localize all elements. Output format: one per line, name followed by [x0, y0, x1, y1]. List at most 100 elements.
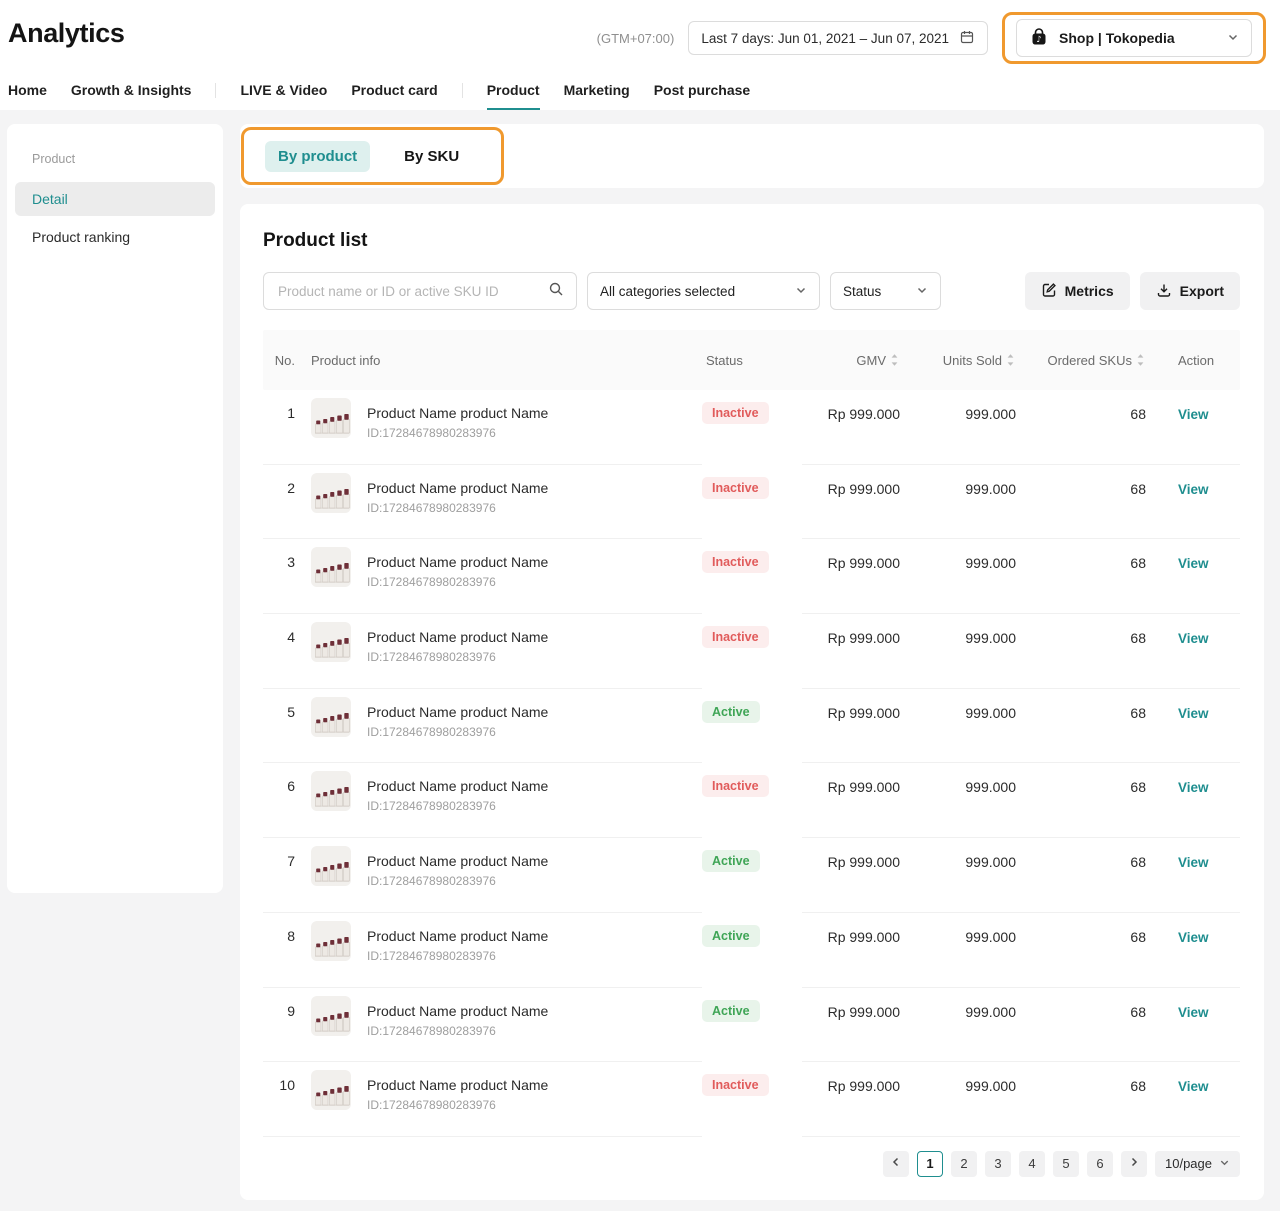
sort-icon[interactable] [1135, 353, 1146, 367]
table-row: 10 [263, 1062, 1240, 1137]
nav-item-post-purchase[interactable]: Post purchase [654, 82, 750, 110]
sort-icon[interactable] [889, 353, 900, 367]
table-row: 8 [263, 913, 1240, 988]
product-thumbnail [311, 996, 351, 1036]
sidebar-item-detail[interactable]: Detail [15, 182, 215, 216]
column-header-ordered-skus-label: Ordered SKUs [1047, 353, 1132, 368]
action-cell: View [1158, 1062, 1240, 1137]
view-link[interactable]: View [1178, 930, 1209, 945]
product-info-cell: Product Name product Name ID:17284678980… [303, 763, 702, 838]
action-cell: View [1158, 913, 1240, 988]
status-badge: Inactive [702, 775, 769, 797]
svg-text:♪: ♪ [1036, 35, 1041, 45]
table-row: 7 [263, 838, 1240, 913]
product-id: ID:17284678980283976 [367, 949, 548, 963]
table-row: 2 [263, 465, 1240, 540]
metrics-button[interactable]: Metrics [1025, 272, 1130, 310]
sidebar-item-product-ranking[interactable]: Product ranking [15, 220, 215, 254]
view-link[interactable]: View [1178, 1005, 1209, 1020]
export-button[interactable]: Export [1140, 272, 1240, 310]
product-info-cell: Product Name product Name ID:17284678980… [303, 913, 702, 988]
view-link[interactable]: View [1178, 407, 1209, 422]
search-box [263, 272, 577, 310]
gmv-cell: Rp 999.000 [802, 1062, 912, 1137]
pagination-next-button[interactable] [1121, 1151, 1147, 1177]
category-filter-select[interactable]: All categories selected [587, 272, 820, 310]
chevron-down-icon [1227, 30, 1239, 46]
product-id: ID:17284678980283976 [367, 1098, 548, 1112]
shop-selector[interactable]: ♪ Shop | Tokopedia [1016, 19, 1252, 57]
search-icon[interactable] [548, 281, 564, 302]
row-number: 5 [263, 689, 303, 764]
table-body: 1 [263, 390, 1240, 1137]
page-button-3[interactable]: 3 [985, 1151, 1011, 1177]
product-name: Product Name product Name [367, 928, 548, 944]
product-info-cell: Product Name product Name ID:17284678980… [303, 614, 702, 689]
product-info-cell: Product Name product Name ID:17284678980… [303, 465, 702, 540]
view-link[interactable]: View [1178, 556, 1209, 571]
chevron-down-icon [795, 284, 807, 299]
view-link[interactable]: View [1178, 706, 1209, 721]
page-button-2[interactable]: 2 [951, 1151, 977, 1177]
product-meta: Product Name product Name ID:17284678980… [367, 398, 548, 464]
product-id: ID:17284678980283976 [367, 575, 548, 589]
tab-by-product[interactable]: By product [265, 141, 370, 172]
nav-item-product[interactable]: Product [487, 82, 540, 110]
view-link[interactable]: View [1178, 855, 1209, 870]
tabs-highlight: By product By SKU [241, 127, 504, 185]
pagination-prev-button[interactable] [883, 1151, 909, 1177]
action-cell: View [1158, 539, 1240, 614]
page-button-5[interactable]: 5 [1053, 1151, 1079, 1177]
product-info-cell: Product Name product Name ID:17284678980… [303, 539, 702, 614]
search-input[interactable] [276, 283, 540, 300]
sidebar: Product Detail Product ranking [7, 124, 223, 893]
category-filter-value: All categories selected [600, 284, 735, 299]
status-cell: Inactive [702, 539, 802, 614]
status-cell: Active [702, 913, 802, 988]
nav-item-product-card[interactable]: Product card [351, 82, 437, 110]
tab-by-sku[interactable]: By SKU [404, 148, 459, 165]
nav-item-growth-insights[interactable]: Growth & Insights [71, 82, 192, 110]
view-link[interactable]: View [1178, 631, 1209, 646]
product-name: Product Name product Name [367, 480, 548, 496]
status-filter-value: Status [843, 284, 881, 299]
page-button-1[interactable]: 1 [917, 1151, 943, 1177]
status-cell: Active [702, 689, 802, 764]
column-header-units-sold: Units Sold [912, 330, 1028, 390]
date-range-picker[interactable]: Last 7 days: Jun 01, 2021 – Jun 07, 2021 [688, 21, 988, 55]
view-link[interactable]: View [1178, 780, 1209, 795]
column-header-ordered-skus: Ordered SKUs [1028, 330, 1158, 390]
product-name: Product Name product Name [367, 629, 548, 645]
status-badge: Active [702, 701, 760, 723]
filter-bar: All categories selected Status Metrics [263, 272, 1240, 310]
ordered-skus-cell: 68 [1028, 465, 1158, 540]
units-sold-cell: 999.000 [912, 390, 1028, 465]
gmv-cell: Rp 999.000 [802, 465, 912, 540]
nav-item-live-video[interactable]: LIVE & Video [240, 82, 327, 110]
view-mode-tabstrip: By product By SKU [240, 124, 1264, 188]
status-cell: Inactive [702, 465, 802, 540]
nav-item-marketing[interactable]: Marketing [564, 82, 630, 110]
units-sold-cell: 999.000 [912, 913, 1028, 988]
row-number: 1 [263, 390, 303, 465]
product-id: ID:17284678980283976 [367, 799, 548, 813]
shop-selector-label: Shop | Tokopedia [1059, 30, 1217, 46]
status-filter-select[interactable]: Status [830, 272, 941, 310]
product-thumbnail [311, 921, 351, 961]
view-link[interactable]: View [1178, 1079, 1209, 1094]
sort-icon[interactable] [1005, 353, 1016, 367]
page-button-6[interactable]: 6 [1087, 1151, 1113, 1177]
nav-item-home[interactable]: Home [8, 82, 47, 110]
chevron-right-icon [1128, 1156, 1140, 1171]
units-sold-cell: 999.000 [912, 763, 1028, 838]
page-size-select[interactable]: 10/page [1155, 1151, 1240, 1177]
page-button-4[interactable]: 4 [1019, 1151, 1045, 1177]
content-column: By product By SKU Product list All categ… [240, 124, 1264, 1200]
chevron-left-icon [890, 1156, 902, 1171]
view-link[interactable]: View [1178, 482, 1209, 497]
product-id: ID:17284678980283976 [367, 426, 548, 440]
units-sold-cell: 999.000 [912, 1062, 1028, 1137]
status-badge: Active [702, 1000, 760, 1022]
table-row: 5 [263, 689, 1240, 764]
action-cell: View [1158, 838, 1240, 913]
